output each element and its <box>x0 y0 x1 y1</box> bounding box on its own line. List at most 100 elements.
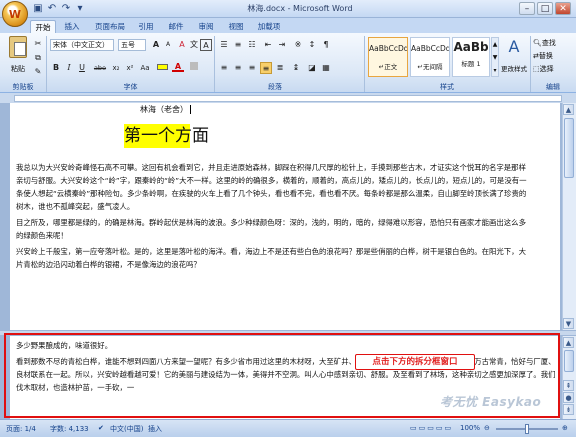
styles-gallery-scroll[interactable]: ▲ ▼ ▾ <box>491 37 499 77</box>
author-line: 林海（老舍）​ <box>140 103 230 117</box>
undo-icon[interactable]: ↶ <box>46 3 58 15</box>
clear-format-button[interactable]: A <box>176 39 188 51</box>
close-button[interactable]: ✕ <box>555 2 571 15</box>
justify-icon[interactable]: ≡ <box>260 62 272 74</box>
subscript-button[interactable]: x₂ <box>110 62 122 74</box>
tab-review[interactable]: 审阅 <box>196 20 216 33</box>
minimize-button[interactable]: – <box>519 2 535 15</box>
style-name: ↵正文 <box>378 63 398 71</box>
status-word-count[interactable]: 字数: 4,133 <box>50 424 89 434</box>
paragraph: 目之所及，哪里都是绿的，的确是林海。群岭起伏是林海的波浪。多少种绿颜色呀：深的，… <box>16 218 526 240</box>
distributed-icon[interactable]: ≣ <box>274 62 286 74</box>
align-center-icon[interactable]: ≡ <box>232 62 244 74</box>
status-page[interactable]: 页面: 1/4 <box>6 424 36 434</box>
find-label: 查找 <box>541 39 556 47</box>
office-logo-icon: W <box>8 7 22 21</box>
group-label-font: 字体 <box>123 83 138 91</box>
style-sample: AaBb <box>453 40 489 54</box>
align-left-icon[interactable]: ≡ <box>218 62 230 74</box>
font-color-button[interactable]: A <box>172 62 184 72</box>
status-spellcheck-icon[interactable]: ✔ <box>98 424 104 432</box>
font-name-combo[interactable]: 宋体（中文正文） <box>50 39 114 51</box>
change-styles-label[interactable]: 更改样式 <box>499 63 529 73</box>
tab-view[interactable]: 视图 <box>226 20 246 33</box>
align-right-icon[interactable]: ≡ <box>246 62 258 74</box>
view-buttons-icons[interactable]: ▭▭▭▭▭ <box>410 424 453 432</box>
shrink-font-button[interactable]: A <box>162 39 174 51</box>
sort-icon[interactable]: ↕ <box>306 39 318 51</box>
style-no-spacing[interactable]: AaBbCcDd ↵无间隔 <box>410 37 450 77</box>
cut-icon[interactable]: ✂ <box>32 38 44 50</box>
style-normal[interactable]: AaBbCcDd ↵正文 <box>368 37 408 77</box>
change-case-button[interactable]: Aa <box>138 62 152 74</box>
tab-addins[interactable]: 加载项 <box>254 20 284 33</box>
save-icon[interactable]: ▣ <box>32 3 44 15</box>
maximize-button[interactable]: □ <box>537 2 553 15</box>
paste-button[interactable] <box>6 36 30 64</box>
document-heading: 第一个方面 <box>124 126 209 146</box>
ribbon-tab-strip: 开始 插入 页面布局 引用 邮件 审阅 视图 加载项 <box>0 18 576 34</box>
highlight-icon[interactable] <box>156 62 168 74</box>
line-spacing-icon[interactable]: ↨ <box>290 62 302 74</box>
select-button[interactable]: ⬚选择 <box>533 64 575 74</box>
group-label-editing: 编辑 <box>546 83 560 91</box>
find-button[interactable]: 🔍︎查找 <box>533 38 575 48</box>
horizontal-ruler[interactable] <box>14 95 562 102</box>
copy-icon[interactable]: ⧉ <box>32 52 44 64</box>
tab-home[interactable]: 开始 <box>30 20 56 34</box>
italic-button[interactable]: I <box>63 62 75 74</box>
tab-references[interactable]: 引用 <box>136 20 156 33</box>
multilevel-list-icon[interactable]: ☷ <box>246 39 258 51</box>
next-page-icon[interactable]: ⇟ <box>563 404 574 415</box>
ribbon: 粘贴 ✂ ⧉ ✎ 剪贴板 宋体（中文正文） 五号 A A A 文 A B I U… <box>0 33 576 93</box>
underline-button[interactable]: U <box>76 62 88 74</box>
status-zoom[interactable]: 100% <box>460 424 480 432</box>
scroll-up-arrow-icon[interactable]: ▲ <box>563 337 574 348</box>
style-name: 标题 1 <box>461 60 481 68</box>
change-styles-icon[interactable]: A <box>502 37 526 63</box>
tab-page-layout[interactable]: 页面布局 <box>92 20 128 33</box>
status-language[interactable]: 中文(中国) <box>110 424 143 434</box>
heading-highlight: 第一个方面 <box>124 124 209 148</box>
grow-font-button[interactable]: A <box>150 39 162 51</box>
phonetic-guide-button[interactable]: 文 <box>188 39 200 51</box>
superscript-button[interactable]: x² <box>124 62 136 74</box>
redo-icon[interactable]: ↷ <box>60 3 72 15</box>
scroll-down-arrow-icon[interactable]: ▼ <box>563 318 574 329</box>
decrease-indent-icon[interactable]: ⇤ <box>262 39 274 51</box>
status-insert-mode[interactable]: 插入 <box>148 424 162 434</box>
shading-icon[interactable] <box>188 62 200 74</box>
numbering-icon[interactable]: ≡ <box>232 39 244 51</box>
scroll-up-arrow-icon[interactable]: ▲ <box>563 104 574 115</box>
scroll-thumb[interactable] <box>564 350 574 372</box>
scroll-thumb[interactable] <box>564 118 574 178</box>
zoom-out-icon[interactable]: ⊖ <box>484 424 490 432</box>
group-label-clipboard: 剪贴板 <box>12 83 34 91</box>
select-browse-object-icon[interactable]: ● <box>563 392 574 403</box>
chinese-layout-icon[interactable]: ※ <box>292 39 304 51</box>
bold-button[interactable]: B <box>50 62 62 74</box>
qat-dropdown-icon[interactable]: ▾ <box>74 3 86 15</box>
upper-body-text: 我总以为大兴安岭奇峰怪石高不可攀。这回有机会看到它，并且走进原始森林，脚踩在积得… <box>16 161 528 326</box>
tab-mailings[interactable]: 邮件 <box>166 20 186 33</box>
paragraph: 我总以为大兴安岭奇峰怪石高不可攀。这回有机会看到它，并且走进原始森林，脚踩在积得… <box>16 163 527 211</box>
tab-insert[interactable]: 插入 <box>62 20 82 33</box>
font-size-combo[interactable]: 五号 <box>118 39 146 51</box>
increase-indent-icon[interactable]: ⇥ <box>276 39 288 51</box>
paragraph: 兴安岭上千般宝，第一应夸落叶松。是的，这里是落叶松的海洋。看，海边上不是还有些白… <box>16 247 526 269</box>
strikethrough-button[interactable]: abe <box>92 62 108 74</box>
borders-icon[interactable]: ▦ <box>320 62 332 74</box>
shading-paragraph-icon[interactable]: ◪ <box>306 62 318 74</box>
office-button[interactable]: W <box>2 1 28 27</box>
bullets-icon[interactable]: ☰ <box>218 39 230 51</box>
style-heading-1[interactable]: AaBb 标题 1 <box>452 37 490 77</box>
zoom-slider-thumb[interactable] <box>525 424 529 434</box>
group-label-styles: 样式 <box>440 83 454 91</box>
format-painter-icon[interactable]: ✎ <box>32 66 44 78</box>
previous-page-icon[interactable]: ⇞ <box>563 380 574 391</box>
show-marks-icon[interactable]: ¶ <box>320 39 332 51</box>
char-border-button[interactable]: A <box>200 39 212 51</box>
zoom-in-icon[interactable]: ⊕ <box>562 424 568 432</box>
replace-button[interactable]: ⇄替换 <box>533 51 575 61</box>
group-separator <box>364 36 365 92</box>
